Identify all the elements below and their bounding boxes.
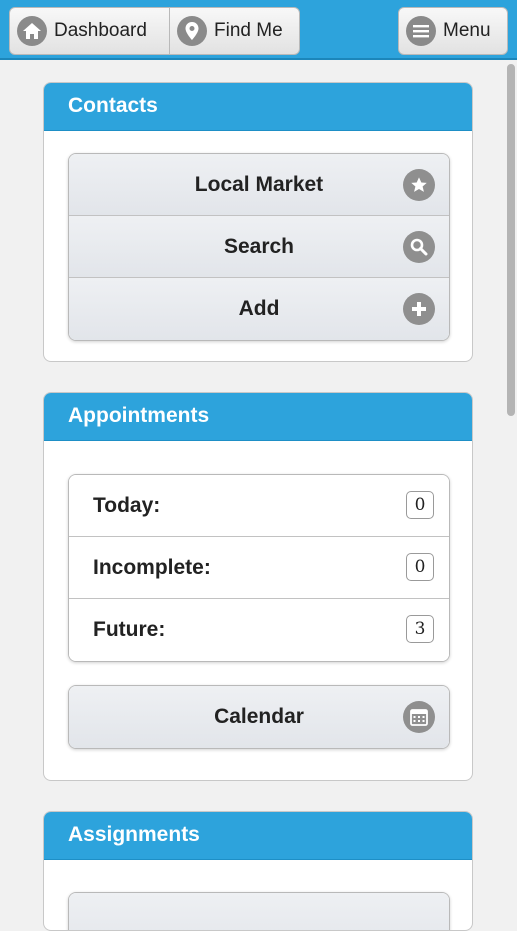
assignments-list — [68, 892, 450, 930]
plus-icon — [403, 293, 435, 325]
local-market-label: Local Market — [194, 172, 324, 196]
find-me-label: Find Me — [214, 20, 283, 41]
today-count-badge: 0 — [406, 491, 434, 519]
local-market-item[interactable]: Local Market — [69, 154, 449, 216]
search-icon — [403, 231, 435, 263]
assignments-title: Assignments — [44, 812, 472, 860]
incomplete-row[interactable]: Incomplete: 0 — [69, 537, 449, 599]
contacts-title: Contacts — [44, 83, 472, 131]
home-icon — [17, 16, 47, 46]
appointments-list: Today: 0 Incomplete: 0 Future: 3 — [68, 474, 450, 662]
scrollbar[interactable] — [507, 64, 515, 416]
hamburger-icon — [406, 16, 436, 46]
contacts-panel: Contacts Local Market Search Add — [43, 82, 473, 362]
search-label: Search — [223, 234, 295, 258]
dashboard-label: Dashboard — [54, 20, 147, 41]
calendar-icon — [403, 701, 435, 733]
today-row[interactable]: Today: 0 — [69, 475, 449, 537]
appointments-title: Appointments — [44, 393, 472, 441]
calendar-label: Calendar — [214, 705, 304, 728]
future-label: Future: — [93, 618, 166, 641]
find-me-button[interactable]: Find Me — [169, 7, 300, 55]
calendar-button[interactable]: Calendar — [69, 686, 449, 748]
today-label: Today: — [93, 493, 161, 517]
star-icon — [403, 169, 435, 201]
search-item[interactable]: Search — [69, 216, 449, 278]
assignments-item[interactable] — [69, 893, 449, 930]
incomplete-count-badge: 0 — [406, 553, 434, 581]
location-pin-icon — [177, 16, 207, 46]
appointments-panel: Appointments Today: 0 Incomplete: 0 Futu… — [43, 392, 473, 781]
incomplete-label: Incomplete: — [93, 555, 211, 579]
add-item[interactable]: Add — [69, 278, 449, 340]
dashboard-button[interactable]: Dashboard — [9, 7, 170, 55]
future-row[interactable]: Future: 3 — [69, 599, 449, 661]
menu-label: Menu — [443, 20, 491, 41]
menu-button[interactable]: Menu — [398, 7, 508, 55]
add-label: Add — [238, 297, 280, 320]
calendar-list: Calendar — [68, 685, 450, 749]
contacts-list: Local Market Search Add — [68, 153, 450, 341]
future-count-badge: 3 — [406, 615, 434, 643]
assignments-panel: Assignments — [43, 811, 473, 931]
top-toolbar: Dashboard Find Me Menu — [0, 0, 517, 60]
